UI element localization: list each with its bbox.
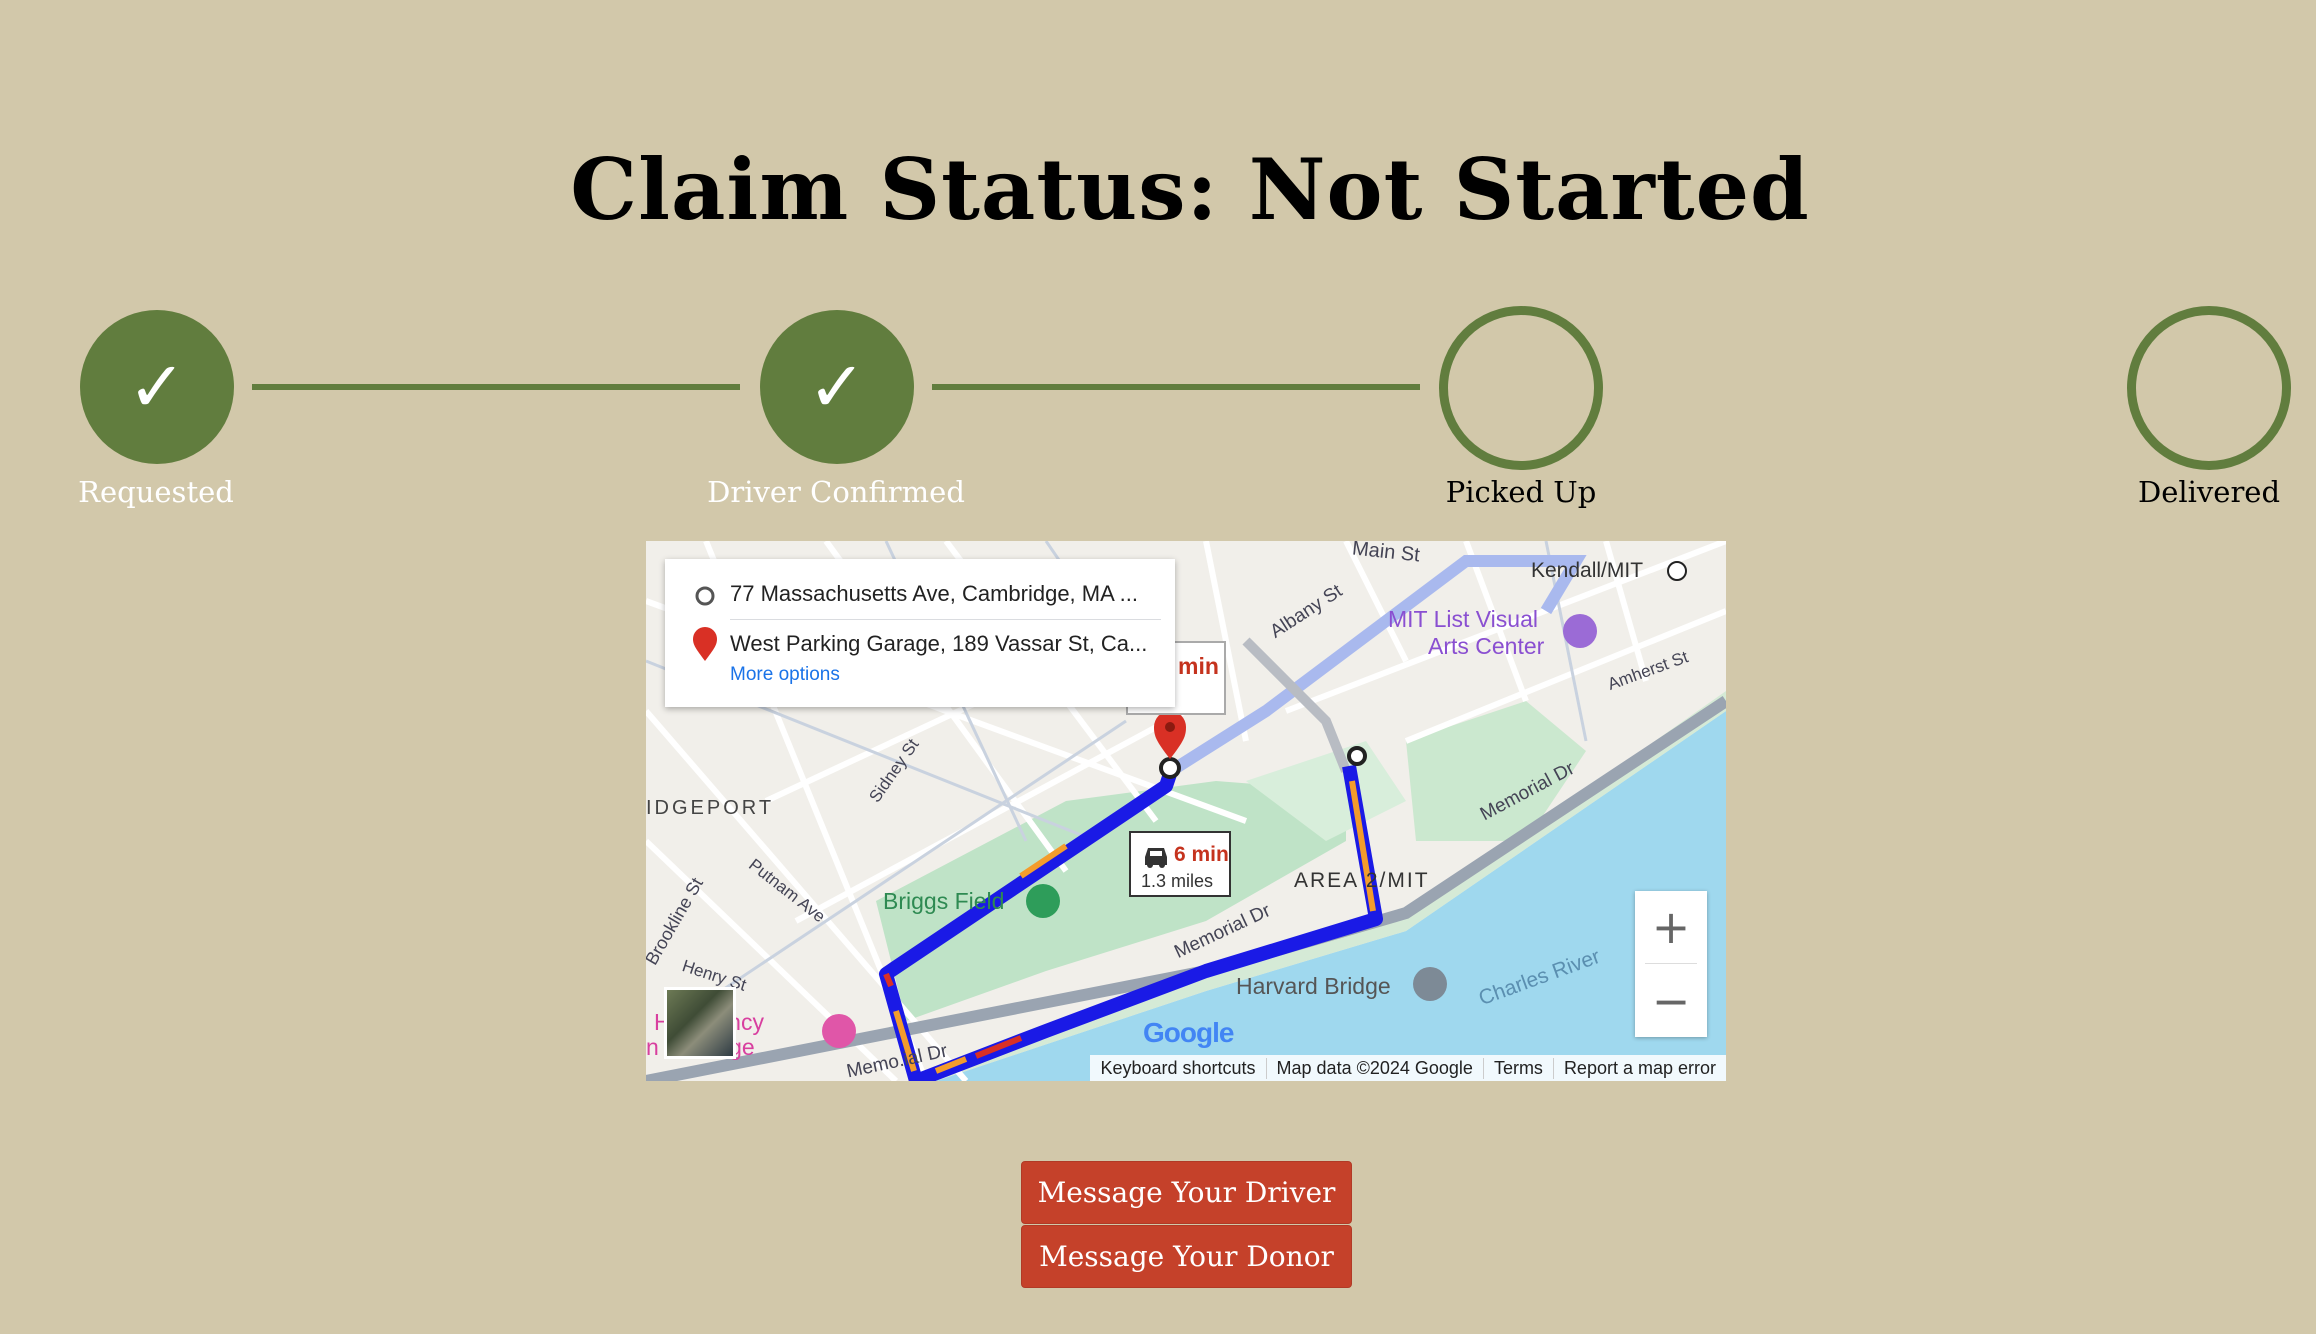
checkmark-icon: ✓ xyxy=(127,346,187,428)
origin-marker[interactable] xyxy=(1347,746,1367,766)
route-distance: 1.3 miles xyxy=(1141,871,1214,891)
message-donor-button[interactable]: Message Your Donor xyxy=(1021,1225,1352,1288)
destination-dot xyxy=(1159,757,1181,779)
more-options-link[interactable]: More options xyxy=(730,664,840,686)
satellite-toggle[interactable] xyxy=(664,987,736,1059)
bridge-icon xyxy=(1413,967,1447,1001)
map-attribution: Keyboard shortcuts Map data ©2024 Google… xyxy=(1090,1055,1726,1081)
sports-icon xyxy=(1026,884,1060,918)
page-title: Claim Status: Not Started xyxy=(570,140,1810,239)
progress-connector-1 xyxy=(252,384,740,390)
label-kendall: Kendall/MIT xyxy=(1531,559,1644,582)
zoom-controls: + − xyxy=(1635,891,1707,1037)
directions-card[interactable]: 77 Massachusetts Ave, Cambridge, MA ... … xyxy=(665,559,1175,707)
step-label-driver-confirmed: Driver Confirmed xyxy=(707,475,965,509)
keyboard-shortcuts-link[interactable]: Keyboard shortcuts xyxy=(1090,1058,1265,1079)
map-pin-dot xyxy=(1165,722,1175,732)
step-delivered-circle xyxy=(2127,306,2291,470)
label-briggs-field: Briggs Field xyxy=(883,888,1005,914)
step-driver-confirmed-circle: ✓ xyxy=(760,310,914,464)
report-error-link[interactable]: Report a map error xyxy=(1552,1057,1726,1079)
step-label-picked-up: Picked Up xyxy=(1445,475,1597,509)
label-area2: AREA 2/MIT xyxy=(1294,869,1430,892)
step-label-delivered: Delivered xyxy=(2137,475,2281,509)
origin-circle-icon xyxy=(695,586,715,606)
origin-address[interactable]: 77 Massachusetts Ave, Cambridge, MA ... xyxy=(730,581,1160,607)
google-logo: Google xyxy=(1143,1017,1234,1049)
step-requested-circle: ✓ xyxy=(80,310,234,464)
map-pin-icon[interactable] xyxy=(1154,711,1186,759)
label-mit-list-1: MIT List Visual xyxy=(1388,606,1538,632)
google-logo-text: Google xyxy=(1143,1017,1234,1048)
museum-icon xyxy=(1563,614,1597,648)
destination-address[interactable]: West Parking Garage, 189 Vassar St, Ca..… xyxy=(730,631,1160,657)
label-harvard-bridge: Harvard Bridge xyxy=(1236,973,1391,999)
transit-icon xyxy=(1667,561,1687,581)
map-data-text: Map data ©2024 Google xyxy=(1265,1057,1483,1079)
claim-status-page: Claim Status: Not Started ✓ ✓ Requested … xyxy=(0,0,2316,1334)
zoom-divider xyxy=(1645,963,1697,964)
progress-connector-2 xyxy=(932,384,1420,390)
step-picked-up-circle xyxy=(1439,306,1603,470)
zoom-in-button[interactable]: + xyxy=(1635,891,1707,963)
terms-link[interactable]: Terms xyxy=(1482,1057,1553,1079)
checkmark-icon: ✓ xyxy=(807,346,867,428)
zoom-out-button[interactable]: − xyxy=(1635,965,1707,1037)
map-pin-icon xyxy=(693,627,717,661)
hotel-icon xyxy=(822,1014,856,1048)
route-map[interactable]: Main St Kendall/MIT Albany St MIT List V… xyxy=(646,541,1726,1081)
label-mit-list-2: Arts Center xyxy=(1428,633,1545,659)
alt-route-time: min xyxy=(1178,653,1219,679)
car-icon xyxy=(1145,848,1167,868)
route-time: 6 min xyxy=(1174,843,1229,866)
label-bridgeport: IDGEPORT xyxy=(646,797,775,819)
directions-divider xyxy=(730,619,1161,620)
route-info-bubble[interactable]: 6 min 1.3 miles xyxy=(1129,831,1231,897)
message-driver-button[interactable]: Message Your Driver xyxy=(1021,1161,1352,1224)
step-label-requested: Requested xyxy=(78,475,234,509)
